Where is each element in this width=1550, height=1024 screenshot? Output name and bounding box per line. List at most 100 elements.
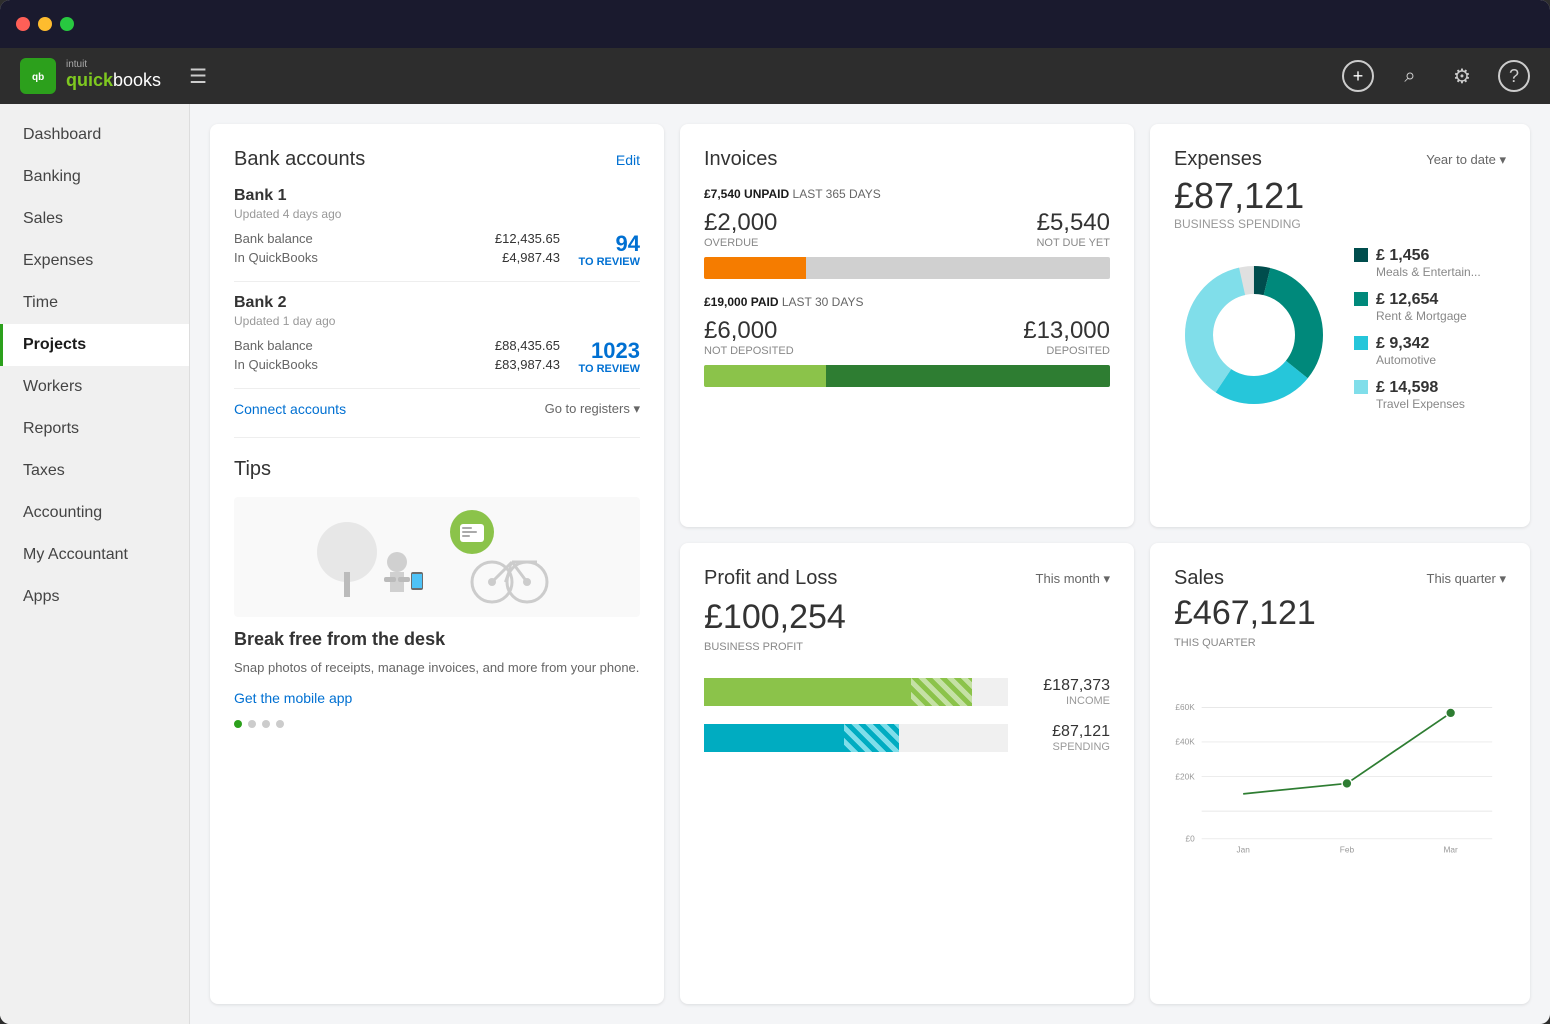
bank1-section: Bank 1 Updated 4 days ago Bank balance £…	[234, 187, 640, 269]
sales-line-chart: £60K £40K £20K £0 Jan Feb Mar	[1174, 665, 1506, 895]
tip-dot-3[interactable]	[276, 720, 284, 728]
sidebar-item-sales[interactable]: Sales	[0, 198, 189, 240]
sidebar-item-taxes[interactable]: Taxes	[0, 450, 189, 492]
bank2-review-col[interactable]: 1023 TO REVIEW	[560, 339, 640, 375]
help-icon[interactable]: ?	[1498, 60, 1530, 92]
sales-period-selector[interactable]: This quarter ▾	[1427, 571, 1507, 587]
sidebar-item-my-accountant[interactable]: My Accountant	[0, 534, 189, 576]
maximize-button[interactable]	[60, 17, 74, 31]
invoices-deposited-bar	[826, 365, 1110, 387]
pnl-bars: £187,373 INCOME £87,121	[704, 677, 1110, 753]
invoices-notdue-col: £5,540 NOT DUE YET	[1036, 209, 1110, 249]
add-icon[interactable]: +	[1342, 60, 1374, 92]
bank2-updated: Updated 1 day ago	[234, 314, 640, 328]
main-layout: Dashboard Banking Sales Expenses Time Pr…	[0, 104, 1550, 1024]
svg-text:£40K: £40K	[1175, 737, 1195, 747]
bank-footer: Connect accounts Go to registers ▾	[234, 401, 640, 417]
expenses-body: £ 1,456 Meals & Entertain... £ 12,654 Re…	[1174, 247, 1506, 423]
intuit-label: intuit	[66, 60, 161, 70]
minimize-button[interactable]	[38, 17, 52, 31]
expenses-card: Expenses Year to date ▾ £87,121 BUSINESS…	[1150, 124, 1530, 527]
expenses-period-selector[interactable]: Year to date ▾	[1426, 152, 1506, 168]
tips-illustration	[234, 497, 640, 617]
bank1-review-row: Bank balance £12,435.65 In QuickBooks £4…	[234, 231, 640, 269]
menu-toggle[interactable]: ☰	[189, 64, 207, 89]
tip-dot-2[interactable]	[262, 720, 270, 728]
invoices-card: Invoices £7,540 UNPAID LAST 365 DAYS £2,…	[680, 124, 1134, 527]
search-icon[interactable]: ⌕	[1394, 60, 1426, 92]
sales-chart-area: £60K £40K £20K £0 Jan Feb Mar	[1174, 665, 1506, 900]
pnl-spending-label: SPENDING	[1020, 741, 1110, 753]
tips-card-desc: Snap photos of receipts, manage invoices…	[234, 658, 640, 678]
invoices-overdue-bar	[704, 257, 806, 279]
tip-dot-1[interactable]	[248, 720, 256, 728]
invoices-overdue-label: OVERDUE	[704, 237, 777, 249]
pnl-spending-bar-bg	[704, 724, 1008, 752]
logo-text: intuit quickbooks	[66, 60, 161, 92]
sidebar-item-time[interactable]: Time	[0, 282, 189, 324]
sidebar-item-projects[interactable]: Projects	[0, 324, 189, 366]
bank2-review-row: Bank balance £88,435.65 In QuickBooks £8…	[234, 338, 640, 376]
profit-loss-card: Profit and Loss This month ▾ £100,254 BU…	[680, 543, 1134, 1004]
sidebar-item-workers[interactable]: Workers	[0, 366, 189, 408]
sidebar-item-expenses[interactable]: Expenses	[0, 240, 189, 282]
bank-accounts-card: Bank accounts Edit Bank 1 Updated 4 days…	[210, 124, 664, 1004]
sidebar-item-apps[interactable]: Apps	[0, 576, 189, 618]
bank-accounts-edit[interactable]: Edit	[616, 152, 640, 168]
bank1-qb-amount: £4,987.43	[502, 250, 560, 265]
svg-text:Mar: Mar	[1444, 845, 1459, 855]
invoices-paid-label: PAID	[751, 295, 779, 309]
sidebar-item-reports[interactable]: Reports	[0, 408, 189, 450]
pnl-income-amount: £187,373	[1020, 677, 1110, 695]
header-actions: + ⌕ ⚙ ?	[1342, 60, 1530, 92]
invoices-progress-bar2	[704, 365, 1110, 387]
tips-section: Tips	[234, 437, 640, 728]
logo-icon: qb	[20, 58, 56, 94]
sidebar-item-accounting[interactable]: Accounting	[0, 492, 189, 534]
sidebar-item-banking[interactable]: Banking	[0, 156, 189, 198]
pnl-period-selector[interactable]: This month ▾	[1036, 571, 1110, 587]
pnl-spending-bar-container	[704, 724, 1008, 752]
invoices-progress-bar1	[704, 257, 1110, 279]
pnl-income-amount-col: £187,373 INCOME	[1020, 677, 1110, 707]
quickbooks-label: quickbooks	[66, 70, 161, 92]
connect-accounts-link[interactable]: Connect accounts	[234, 401, 346, 417]
legend-text-1: £ 12,654 Rent & Mortgage	[1376, 291, 1467, 323]
legend-text-2: £ 9,342 Automotive	[1376, 335, 1436, 367]
bank1-qb-row: In QuickBooks £4,987.43	[234, 250, 560, 265]
sidebar-item-dashboard[interactable]: Dashboard	[0, 114, 189, 156]
tip-dot-0[interactable]	[234, 720, 242, 728]
close-button[interactable]	[16, 17, 30, 31]
legend-color-3	[1354, 380, 1368, 394]
invoices-paid-amount: £19,000	[704, 295, 747, 309]
bank2-qb-row: In QuickBooks £83,987.43	[234, 357, 560, 372]
bank2-qb-label: In QuickBooks	[234, 357, 318, 372]
go-registers-link[interactable]: Go to registers ▾	[545, 401, 640, 417]
invoices-unpaid-period-val: LAST 365 DAYS	[793, 187, 881, 201]
titlebar	[0, 0, 1550, 48]
bank1-balance-label: Bank balance	[234, 231, 313, 246]
bank1-balance-row: Bank balance £12,435.65	[234, 231, 560, 246]
invoices-overdue-col: £2,000 OVERDUE	[704, 209, 777, 249]
legend-text-3: £ 14,598 Travel Expenses	[1376, 379, 1465, 411]
invoices-title: Invoices	[704, 148, 1110, 171]
invoices-notdue-amount: £5,540	[1036, 209, 1110, 237]
legend-color-2	[1354, 336, 1368, 350]
sidebar: Dashboard Banking Sales Expenses Time Pr…	[0, 104, 190, 1024]
sales-card: Sales This quarter ▾ £467,121 THIS QUART…	[1150, 543, 1530, 1004]
bank-divider2	[234, 388, 640, 389]
invoices-deposited-label: DEPOSITED	[1023, 345, 1110, 357]
bank-divider	[234, 281, 640, 282]
bank1-updated: Updated 4 days ago	[234, 207, 640, 221]
pnl-total: £100,254	[704, 598, 1110, 637]
sales-title: Sales	[1174, 567, 1224, 590]
expenses-header: Expenses Year to date ▾	[1174, 148, 1506, 171]
settings-icon[interactable]: ⚙	[1446, 60, 1478, 92]
tips-mobile-app-link[interactable]: Get the mobile app	[234, 690, 640, 706]
bank1-review-col[interactable]: 94 TO REVIEW	[560, 232, 640, 268]
app-header: qb intuit quickbooks ☰ + ⌕ ⚙ ?	[0, 48, 1550, 104]
tips-pagination-dots	[234, 720, 640, 728]
pnl-spending-amount-col: £87,121 SPENDING	[1020, 723, 1110, 753]
logo: qb intuit quickbooks	[20, 58, 161, 94]
invoices-deposited-amount: £13,000	[1023, 317, 1110, 345]
